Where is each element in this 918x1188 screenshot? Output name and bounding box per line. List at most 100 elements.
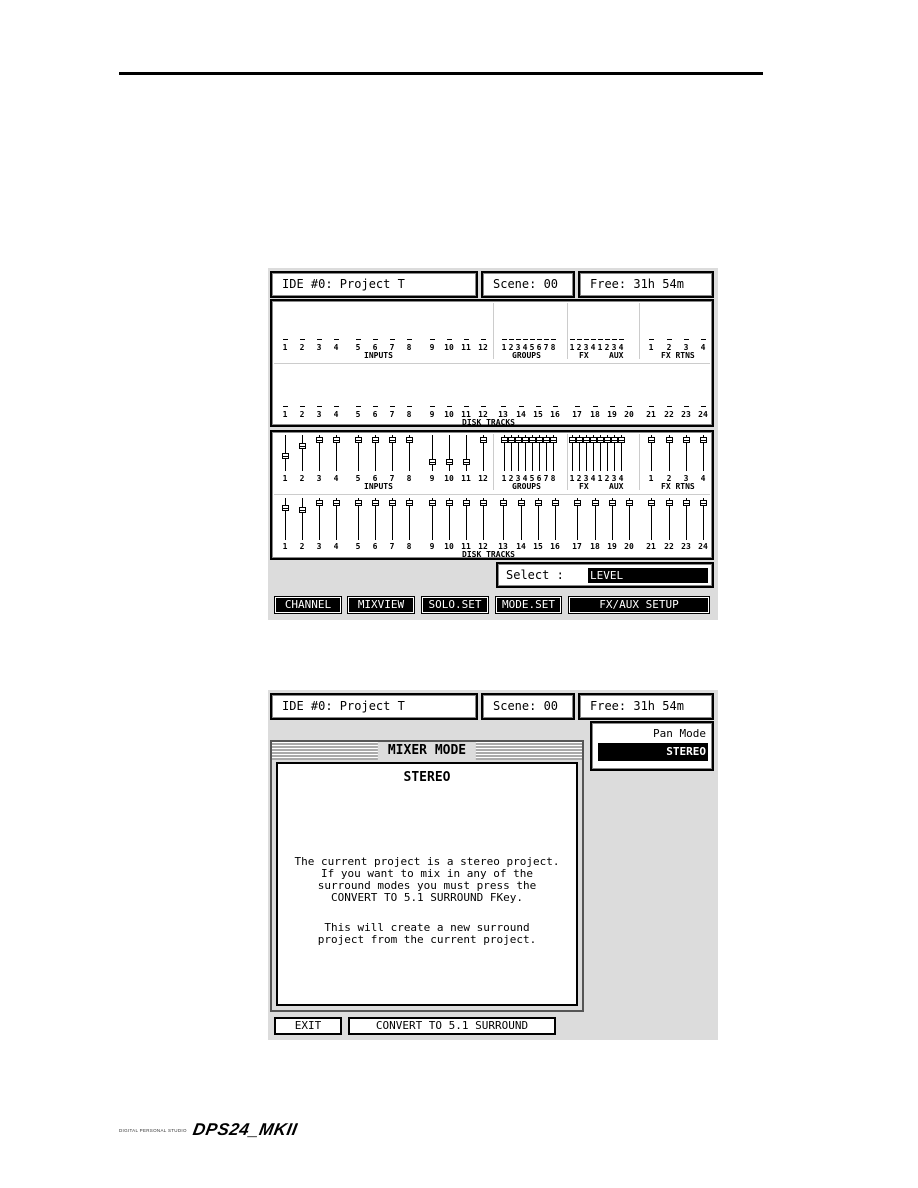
fader-handle[interactable] [333,436,340,443]
meter-indicator [516,339,521,340]
fader-handle[interactable] [569,436,576,443]
fader-handle[interactable] [282,453,289,459]
fader-handle[interactable] [550,436,557,443]
fader-handle[interactable] [552,499,559,506]
channel-number: 3 [316,343,322,352]
exit-button[interactable]: EXIT [274,1017,342,1035]
channel-number: 24 [698,542,708,551]
fader-handle[interactable] [618,436,625,443]
fader-handle[interactable] [648,499,655,506]
channel-number: 1 [282,474,288,483]
fader-handle[interactable] [389,436,396,443]
pan-mode-field[interactable]: Pan Mode STEREO [590,721,714,771]
meter-indicator [390,406,395,407]
fader-handle[interactable] [389,499,396,506]
fader-handle[interactable] [576,436,583,443]
info-message: The current project is a stereo project.… [294,855,560,904]
section-divider [493,303,494,359]
select-value[interactable]: LEVEL [588,568,708,583]
scene-indicator: Scene: 00 [481,693,575,720]
meter-indicator [667,339,672,340]
fader-handle[interactable] [597,436,604,443]
track-number: 6 [372,410,378,419]
fader-handle[interactable] [508,436,515,443]
fader-handle[interactable] [574,499,581,506]
channel-button[interactable]: CHANNEL [274,596,342,614]
fader-handle[interactable] [536,436,543,443]
fader-handle[interactable] [501,436,508,443]
fader-handle[interactable] [590,436,597,443]
meter-indicator [627,406,632,407]
convert-surround-button[interactable]: CONVERT TO 5.1 SURROUND [348,1017,556,1035]
meter-indicator [536,406,541,407]
fader-handle[interactable] [429,459,436,465]
fader-handle[interactable] [316,499,323,506]
channel-number: 11 [461,343,471,352]
row-divider [274,363,710,364]
meter-indicator [649,406,654,407]
fader-handle[interactable] [282,505,289,512]
fader-handle[interactable] [299,442,306,449]
fader-handle[interactable] [683,436,690,443]
free-time-indicator: Free: 31h 54m [578,271,714,298]
meter-indicator [701,339,706,340]
meter-indicator [373,406,378,407]
fader-handle[interactable] [666,499,673,506]
meter-indicator [390,339,395,340]
fader-handle[interactable] [611,436,618,443]
fader-handle[interactable] [500,499,507,506]
fader-handle[interactable] [700,499,707,506]
fader-handle[interactable] [518,499,525,506]
mode-set-button[interactable]: MODE.SET [495,596,562,614]
fader-handle[interactable] [355,499,362,506]
fader-handle[interactable] [700,436,707,443]
fader-handle[interactable] [406,436,413,443]
select-field[interactable]: Select : LEVEL [496,562,714,588]
fader-handle[interactable] [529,436,536,443]
track-number: 16 [550,410,560,419]
fader-handle[interactable] [480,436,487,443]
meter-indicator [317,339,322,340]
fader-handle[interactable] [543,436,550,443]
fader-handle[interactable] [522,436,529,443]
fader-handle[interactable] [648,436,655,443]
pan-mode-value[interactable]: STEREO [598,743,708,761]
fader-handle[interactable] [463,459,470,465]
section-label-fx-rtns: FX RTNS [661,351,695,360]
fader-handle[interactable] [316,436,323,443]
fader-track [449,435,450,471]
fader-handle[interactable] [583,436,590,443]
fader-handle[interactable] [355,436,362,443]
fader-handle[interactable] [333,499,340,506]
channel-number: 10 [444,474,454,483]
dialog-title-bar: MIXER MODE [272,742,582,760]
fader-handle[interactable] [480,499,487,506]
channel-number: 15 [533,542,543,551]
fader-handle[interactable] [372,436,379,443]
fader-handle[interactable] [515,436,522,443]
fx-aux-setup-button[interactable]: FX/AUX SETUP [568,596,710,614]
fader-handle[interactable] [604,436,611,443]
fader-handle[interactable] [683,499,690,506]
fader-handle[interactable] [609,499,616,506]
fader-handle[interactable] [535,499,542,506]
meter-indicator [334,406,339,407]
solo-set-button[interactable]: SOLO.SET [421,596,489,614]
fader-handle[interactable] [446,499,453,506]
mixview-button[interactable]: MIXVIEW [347,596,415,614]
fader-handle[interactable] [666,436,673,443]
track-number: 15 [533,410,543,419]
fader-handle[interactable] [446,459,453,465]
fader-track [302,435,303,471]
fader-handle[interactable] [592,499,599,506]
meter-indicator [649,339,654,340]
track-number: 20 [624,410,634,419]
fader-handle[interactable] [299,507,306,513]
fader-handle[interactable] [406,499,413,506]
fader-handle[interactable] [429,499,436,506]
meter-indicator [447,406,452,407]
channel-number: 3 [316,474,322,483]
fader-handle[interactable] [372,499,379,506]
fader-handle[interactable] [626,499,633,506]
fader-handle[interactable] [463,499,470,506]
